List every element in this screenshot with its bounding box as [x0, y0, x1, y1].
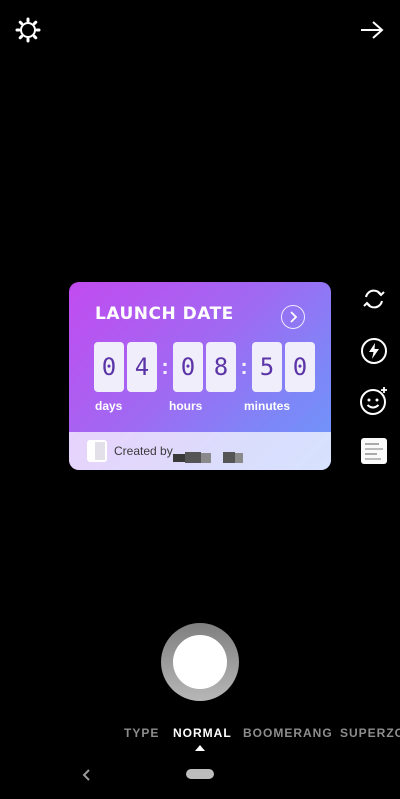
mode-type[interactable]: TYPE: [124, 726, 159, 740]
countdown-title: LAUNCH DATE: [95, 304, 234, 324]
countdown-digit: 0: [173, 342, 203, 392]
flash-icon[interactable]: [359, 336, 389, 366]
creator-name-redacted: [173, 451, 245, 463]
countdown-digit: 8: [206, 342, 236, 392]
gear-icon[interactable]: [14, 16, 42, 44]
countdown-separator: :: [161, 354, 169, 379]
creator-footer: Created by: [69, 432, 331, 470]
mode-selector: TYPE NORMAL BOOMERANG SUPERZO: [0, 726, 400, 744]
mode-boomerang[interactable]: BOOMERANG: [243, 726, 333, 740]
countdown-digits: 0 4 : 0 8 : 5 0: [94, 342, 318, 392]
shutter-inner: [173, 635, 227, 689]
arrow-right-icon[interactable]: [358, 17, 386, 43]
mode-normal[interactable]: NORMAL: [173, 726, 232, 740]
chevron-right-icon[interactable]: [281, 305, 305, 329]
chevron-left-icon[interactable]: [78, 766, 96, 784]
creator-avatar: [87, 440, 107, 462]
switch-camera-icon[interactable]: [360, 285, 388, 313]
mode-superzoom[interactable]: SUPERZO: [340, 726, 400, 740]
created-by-label: Created by: [114, 444, 173, 458]
countdown-digit: 0: [285, 342, 315, 392]
face-effects-icon[interactable]: [359, 386, 389, 416]
shutter-button[interactable]: [161, 623, 239, 701]
gallery-thumbnail-icon[interactable]: [361, 438, 387, 464]
active-mode-indicator: [195, 745, 205, 751]
minutes-label: minutes: [244, 399, 291, 413]
countdown-digit: 5: [252, 342, 282, 392]
hours-label: hours: [169, 399, 203, 413]
countdown-digit: 0: [94, 342, 124, 392]
countdown-digit: 4: [127, 342, 157, 392]
home-pill-icon[interactable]: [186, 769, 214, 779]
countdown-sticker[interactable]: LAUNCH DATE 0 4 : 0 8 : 5 0 days hours m…: [69, 282, 331, 470]
countdown-separator: :: [240, 354, 248, 379]
days-label: days: [95, 399, 123, 413]
